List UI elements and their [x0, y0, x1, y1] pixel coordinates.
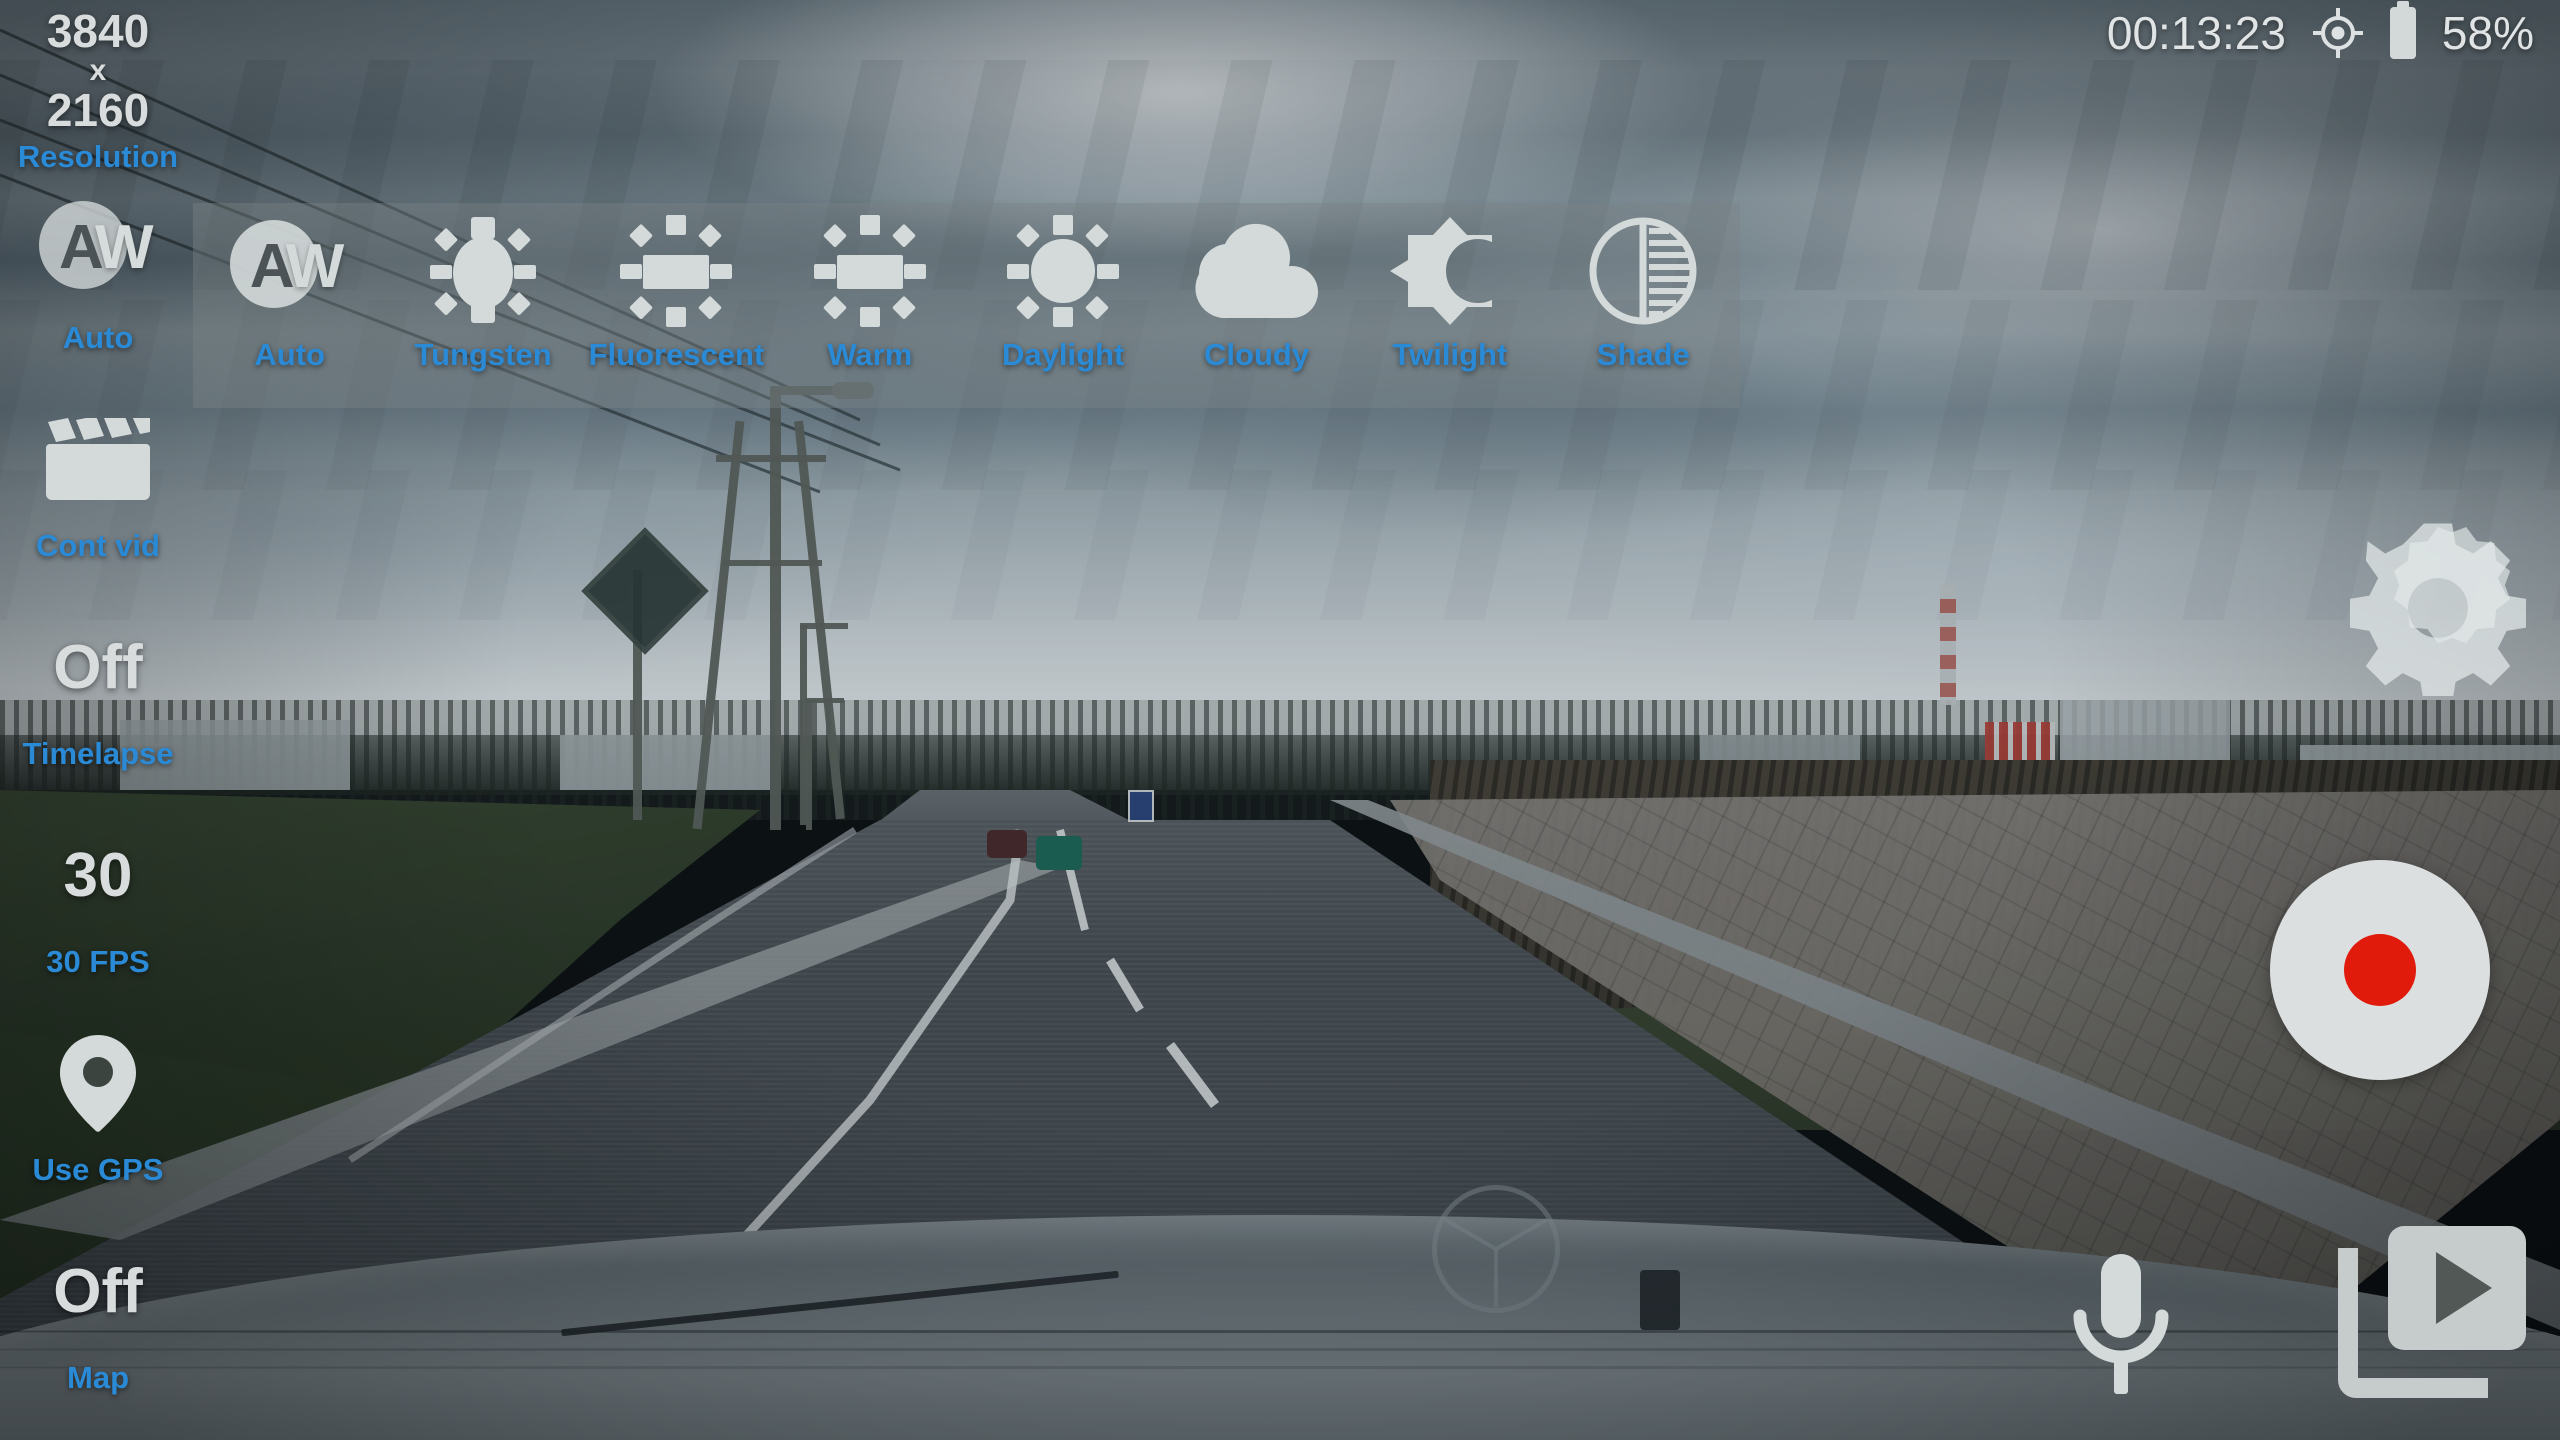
location-pin-icon: [60, 1022, 136, 1146]
wb-label-shade: Shade: [1596, 337, 1690, 372]
gear-icon[interactable]: [2350, 520, 2526, 696]
timelapse-value: Off: [53, 633, 143, 703]
white-balance-panel: A W Auto Tungsten Fluorescent Warm Dayli…: [193, 203, 1740, 408]
wb-label-auto: Auto: [254, 337, 325, 372]
wb-option-fluorescent[interactable]: Fluorescent: [580, 203, 773, 408]
tungsten-bulb-icon: [408, 215, 558, 327]
sidebar-item-map[interactable]: Off Map: [0, 1230, 196, 1438]
cloud-icon: [1187, 215, 1327, 327]
gps-crosshair-icon[interactable]: [2312, 7, 2364, 59]
record-button[interactable]: [2270, 860, 2490, 1080]
battery-percent: 58%: [2441, 7, 2534, 59]
recording-timer: 00:13:23: [2106, 7, 2286, 59]
wb-label-daylight: Daylight: [1002, 337, 1125, 372]
shade-half-circle-icon: [1587, 215, 1699, 327]
sidebar-item-fps[interactable]: 30 30 FPS: [0, 814, 196, 1022]
sun-icon: [988, 215, 1138, 327]
wb-label-tungsten: Tungsten: [414, 337, 552, 372]
sidebar-label-timelapse: Timelapse: [22, 736, 174, 771]
map-value: Off: [53, 1257, 143, 1327]
microphone-icon[interactable]: [2062, 1252, 2180, 1396]
sidebar-label-resolution: Resolution: [17, 139, 179, 174]
clapperboard-icon: [46, 398, 150, 522]
wb-option-daylight[interactable]: Daylight: [967, 203, 1160, 408]
sidebar-label-white-balance: Auto: [62, 320, 134, 355]
record-dot-icon: [2344, 934, 2416, 1006]
fps-value: 30: [63, 841, 133, 911]
wb-option-warm[interactable]: Warm: [773, 203, 966, 408]
sidebar-label-video-mode: Cont vid: [36, 528, 160, 563]
sidebar-label-map: Map: [67, 1360, 129, 1395]
resolution-value: 3840 x 2160: [47, 8, 149, 133]
wb-label-fluorescent: Fluorescent: [588, 337, 765, 372]
sidebar-item-timelapse[interactable]: Off Timelapse: [0, 606, 196, 814]
battery-icon: [2389, 1, 2416, 59]
settings-rail: 3840 x 2160 Resolution A W Auto Cont vid…: [0, 8, 196, 1438]
sidebar-item-resolution[interactable]: 3840 x 2160 Resolution: [0, 8, 196, 198]
auto-white-balance-icon: A W: [39, 190, 157, 314]
moon-star-icon: [1385, 215, 1515, 327]
sidebar-label-gps: Use GPS: [32, 1152, 164, 1187]
wb-option-shade[interactable]: Shade: [1547, 203, 1740, 408]
sidebar-item-white-balance[interactable]: A W Auto: [0, 190, 196, 398]
resolution-width: 3840: [46, 5, 150, 57]
fluorescent-tube-icon: [601, 215, 751, 327]
wb-label-warm: Warm: [827, 337, 913, 372]
wb-option-cloudy[interactable]: Cloudy: [1160, 203, 1353, 408]
camera-app-screen: 00:13:23 58% 3840 x 2160 Resolution A W …: [0, 0, 2560, 1440]
wb-label-cloudy: Cloudy: [1204, 337, 1310, 372]
gallery-play-icon[interactable]: [2332, 1222, 2530, 1404]
camera-overlay-ui: 00:13:23 58% 3840 x 2160 Resolution A W …: [0, 0, 2560, 1440]
wb-option-twilight[interactable]: Twilight: [1353, 203, 1546, 408]
wb-label-twilight: Twilight: [1392, 337, 1508, 372]
warm-fluorescent-icon: [795, 215, 945, 327]
wb-option-auto[interactable]: A W Auto: [193, 203, 386, 408]
wb-option-tungsten[interactable]: Tungsten: [386, 203, 579, 408]
auto-white-balance-icon: A W: [229, 215, 350, 327]
resolution-height: 2160: [46, 84, 150, 136]
sidebar-item-gps[interactable]: Use GPS: [0, 1022, 196, 1230]
sidebar-label-fps: 30 FPS: [46, 944, 150, 979]
status-bar: 00:13:23 58%: [2106, 1, 2534, 60]
resolution-separator: x: [89, 54, 107, 87]
sidebar-item-video-mode[interactable]: Cont vid: [0, 398, 196, 606]
